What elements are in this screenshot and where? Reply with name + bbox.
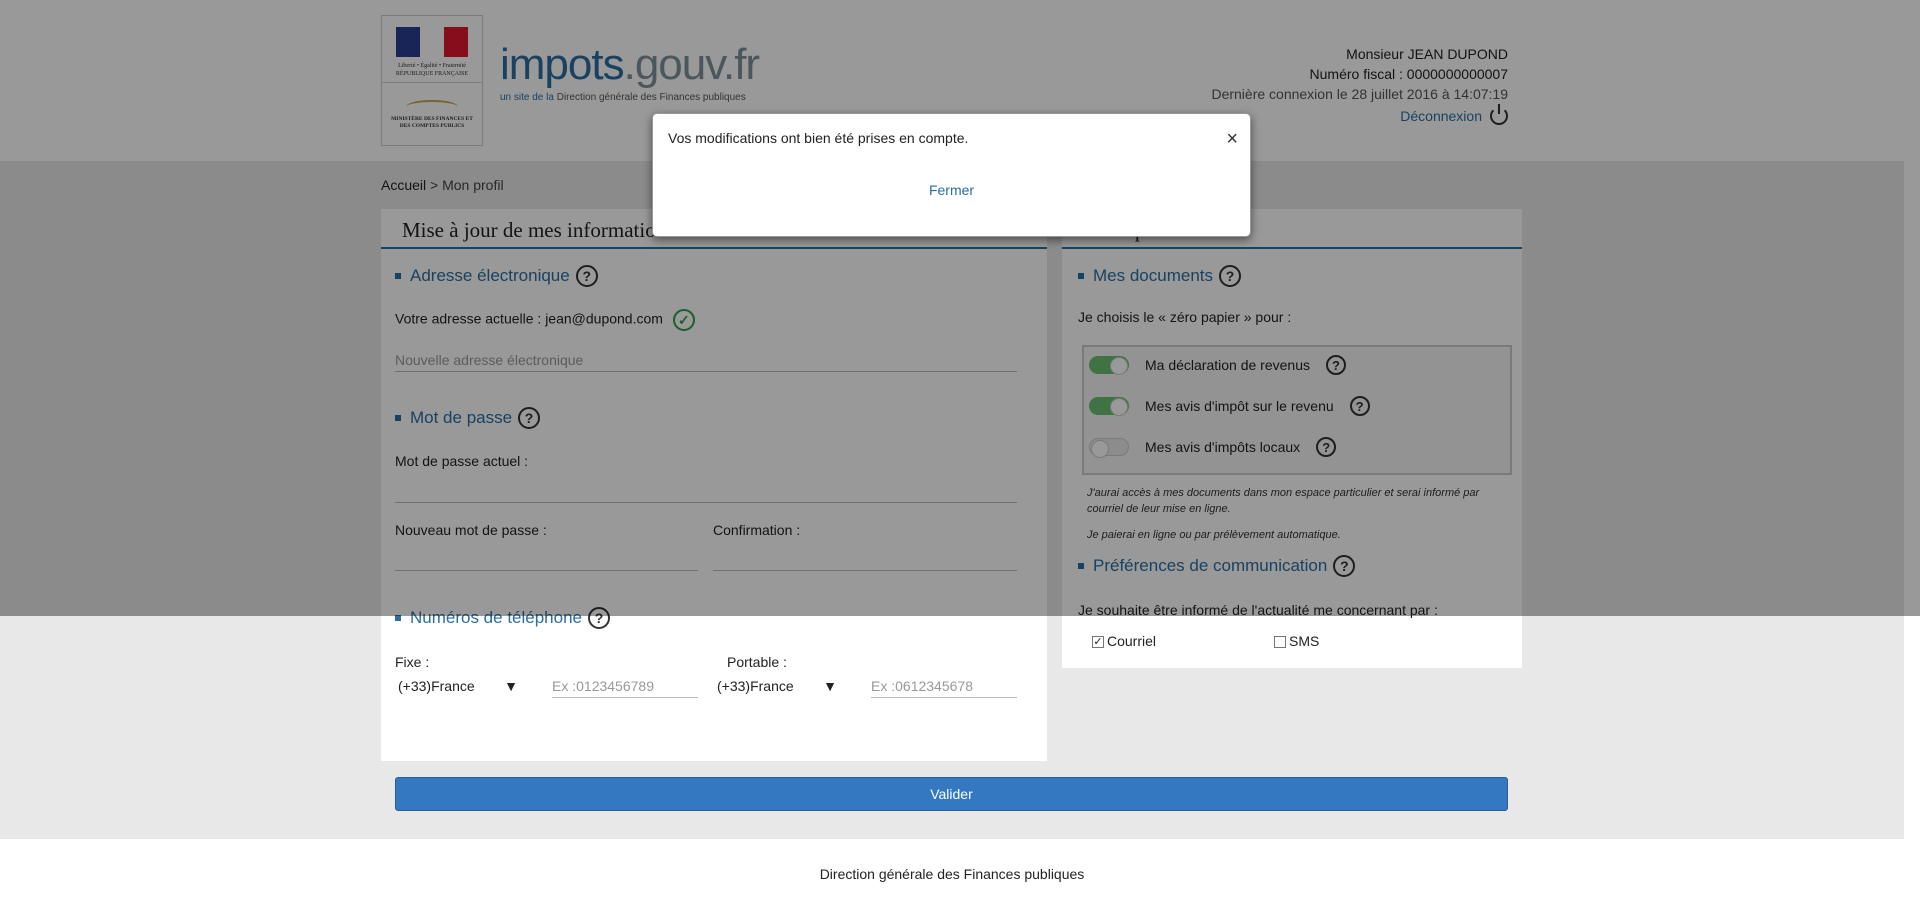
sms-checkbox[interactable] xyxy=(1274,636,1286,649)
footer-text: Direction générale des Finances publique… xyxy=(819,866,1085,882)
dropdown-arrow-icon: ▼ xyxy=(504,678,518,694)
fixe-phone-input[interactable]: Ex :0123456789 xyxy=(552,672,698,698)
modal-backdrop[interactable]: Vos modifications ont bien été prises en… xyxy=(0,0,1920,616)
fermer-button[interactable]: Fermer xyxy=(653,182,1250,198)
valider-button[interactable]: Valider xyxy=(395,777,1508,811)
confirmation-dialog: Vos modifications ont bien été prises en… xyxy=(652,113,1251,237)
close-icon[interactable]: × xyxy=(1226,129,1238,149)
sms-option[interactable]: SMS xyxy=(1274,633,1319,649)
portable-phone-input[interactable]: Ex :0612345678 xyxy=(871,672,1017,698)
courriel-label: Courriel xyxy=(1107,633,1157,649)
fixe-label: Fixe : xyxy=(395,654,430,670)
sms-label: SMS xyxy=(1289,633,1320,649)
fixe-country-select[interactable]: (+33)France ▼ xyxy=(398,678,518,694)
courriel-option[interactable]: ✓ Courriel xyxy=(1092,633,1156,649)
portable-country-value: (+33)France xyxy=(717,678,794,694)
fixe-country-value: (+33)France xyxy=(398,678,475,694)
courriel-checkbox[interactable]: ✓ xyxy=(1092,636,1104,649)
dialog-message: Vos modifications ont bien été prises en… xyxy=(668,130,969,146)
dropdown-arrow-icon: ▼ xyxy=(823,678,837,694)
portable-label: Portable : xyxy=(727,654,787,670)
portable-country-select[interactable]: (+33)France ▼ xyxy=(717,678,837,694)
